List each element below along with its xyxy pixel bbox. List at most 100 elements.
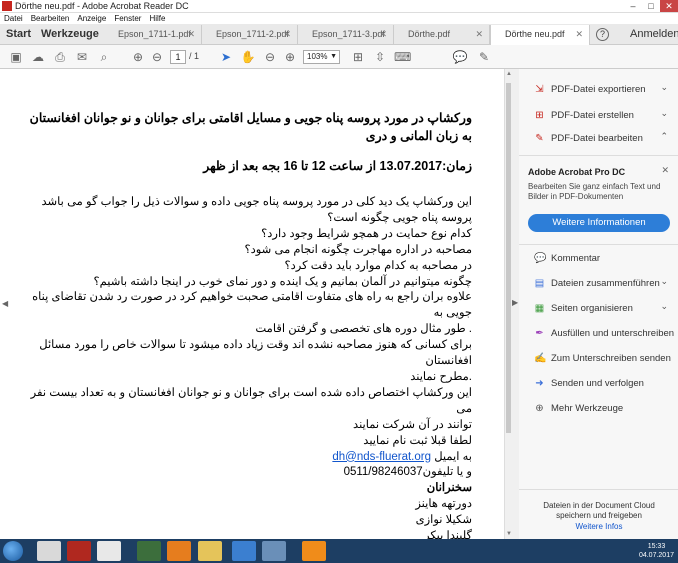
document-heading: ورکشاپ در مورد پروسه پناه جویی و مسایل ا… bbox=[29, 111, 472, 143]
send-track-icon: ➜ bbox=[535, 377, 544, 389]
clock-time: 15:33 bbox=[647, 543, 666, 550]
comment-tool-icon[interactable]: 💬 bbox=[452, 49, 468, 65]
body-line: چگونه میتوانیم در آلمان بمانیم و یک ایند… bbox=[93, 275, 472, 288]
tool-combine-files[interactable]: ▤ Dateien zusammenführen ⌄ bbox=[519, 272, 678, 294]
create-pdf-item[interactable]: ⊞ PDF-Datei erstellen ⌄ bbox=[519, 104, 678, 126]
export-pdf-icon: ⇲ bbox=[535, 83, 544, 95]
page-number-input[interactable]: 1 bbox=[170, 50, 186, 64]
document-viewer[interactable]: ◀ ورکشاپ در مورد پروسه پناه جویی و مسایل… bbox=[0, 69, 512, 542]
document-cloud-text: Dateien in der Document Cloud speichern … bbox=[543, 501, 655, 520]
save-icon[interactable]: ▣ bbox=[8, 49, 24, 65]
email-icon[interactable]: ✉ bbox=[74, 49, 90, 65]
media-taskbar-icon[interactable] bbox=[137, 541, 161, 561]
create-pdf-label: PDF-Datei erstellen bbox=[551, 109, 634, 121]
ie-taskbar-icon[interactable] bbox=[37, 541, 61, 561]
body-line: پروسه پناه جویی چگونه است؟ bbox=[327, 211, 472, 224]
explorer-taskbar-icon[interactable] bbox=[198, 541, 222, 561]
zoom-in-icon[interactable]: ⊕ bbox=[282, 49, 298, 65]
tab-bar: Start Werkzeuge Epson_1711-1.pdf ✕ Epson_… bbox=[0, 24, 678, 45]
zoom-select[interactable]: 103% ▼ bbox=[303, 50, 340, 64]
tool-send-for-signature[interactable]: ✍ Zum Unterschreiben senden bbox=[519, 347, 678, 369]
close-window-button[interactable]: ✕ bbox=[660, 0, 678, 12]
window-controls: – □ ✕ bbox=[624, 0, 678, 12]
menu-help[interactable]: Hilfe bbox=[149, 13, 165, 24]
divider bbox=[519, 155, 678, 156]
search-icon[interactable]: ⌕ bbox=[96, 49, 112, 65]
doc-tab-label: Epson_1711-3.pdf bbox=[312, 29, 385, 39]
sign-in-button[interactable]: Anmelden bbox=[630, 24, 678, 45]
menu-window[interactable]: Fenster bbox=[114, 13, 141, 24]
doc-tab-doerthe-neu[interactable]: Dörthe neu.pdf ✕ bbox=[490, 25, 590, 45]
app-taskbar-icon[interactable] bbox=[302, 541, 326, 561]
scroll-up-icon[interactable]: ▲ bbox=[505, 71, 513, 77]
doc-tab-epson-1[interactable]: Epson_1711-1.pdf ✕ bbox=[104, 25, 202, 45]
export-pdf-item[interactable]: ⇲ PDF-Datei exportieren ⌄ bbox=[519, 78, 678, 100]
menu-view[interactable]: Anzeige bbox=[77, 13, 106, 24]
hand-tool-icon[interactable]: ✋ bbox=[240, 49, 256, 65]
scroll-thumb[interactable] bbox=[506, 83, 511, 433]
more-info-button[interactable]: Weitere Informationen bbox=[528, 214, 670, 232]
close-tab-icon[interactable]: ✕ bbox=[187, 25, 195, 44]
vertical-scrollbar[interactable]: ▲ ▼ bbox=[504, 69, 512, 539]
body-line: این ورکشاپ یک دید کلی در مورد پروسه پناه… bbox=[41, 196, 473, 208]
fit-page-icon[interactable]: ⊞ bbox=[350, 49, 366, 65]
email-link[interactable]: dh@nds-fluerat.org bbox=[332, 451, 431, 463]
body-line: برای کسانی که هنوز مصاحبه نشده اند وقت ز… bbox=[39, 339, 472, 368]
tool-organize-pages[interactable]: ▦ Seiten organisieren ⌄ bbox=[519, 297, 678, 319]
help-icon[interactable]: ? bbox=[596, 28, 609, 41]
speaker-name: شکیلا نوازی bbox=[415, 514, 472, 527]
close-tab-icon[interactable]: ✕ bbox=[575, 25, 583, 44]
tool-more-tools[interactable]: ⊕ Mehr Werkzeuge bbox=[519, 397, 678, 419]
close-tab-icon[interactable]: ✕ bbox=[379, 25, 387, 44]
body-line: مصاحبه در اداره مهاجرت چگونه انجام می شو… bbox=[244, 243, 472, 256]
title-bar: Dörthe neu.pdf - Adobe Acrobat Reader DC… bbox=[0, 0, 678, 13]
body-line: این ورکشاپ اختصاص داده شده است برای جوان… bbox=[30, 386, 472, 415]
select-cursor-icon[interactable]: ➤ bbox=[218, 49, 234, 65]
body-line: کدام نوع حمایت در همچو شرایط وجود دارد؟ bbox=[261, 227, 472, 240]
expand-left-panel-icon[interactable]: ◀ bbox=[2, 299, 8, 308]
chevron-down-icon: ⌄ bbox=[660, 108, 668, 118]
keyboard-icon[interactable]: ⌨ bbox=[394, 49, 411, 65]
firefox-taskbar-icon[interactable] bbox=[167, 541, 191, 561]
doc-tab-epson-3[interactable]: Epson_1711-3.pdf ✕ bbox=[298, 25, 394, 45]
body-line: توانند در آن شرکت نمایند bbox=[353, 418, 472, 431]
organize-pages-icon: ▦ bbox=[534, 302, 545, 314]
send-for-signature-icon: ✍ bbox=[534, 352, 547, 364]
tool-comment[interactable]: 💬 Kommentar bbox=[519, 247, 678, 269]
tab-tools[interactable]: Werkzeuge bbox=[41, 24, 99, 45]
cloud-upload-icon[interactable]: ☁ bbox=[30, 49, 46, 65]
body-line: .مطرح نمایند bbox=[410, 370, 472, 383]
minimize-button[interactable]: – bbox=[624, 0, 642, 12]
acrobat-taskbar-icon[interactable] bbox=[67, 541, 91, 561]
tool-label: Dateien zusammenführen bbox=[551, 277, 660, 289]
doc-tab-doerthe[interactable]: Dörthe.pdf ✕ bbox=[394, 25, 490, 45]
more-info-link[interactable]: Weitere Infos bbox=[529, 522, 669, 531]
close-icon[interactable]: ✕ bbox=[661, 165, 669, 176]
collapse-right-panel-icon[interactable]: ▶ bbox=[512, 298, 518, 307]
tool-fill-sign[interactable]: ✒ Ausfüllen und unterschreiben bbox=[519, 322, 678, 344]
maximize-button[interactable]: □ bbox=[642, 0, 660, 12]
app-taskbar-icon[interactable] bbox=[262, 541, 286, 561]
document-taskbar-icon[interactable] bbox=[97, 541, 121, 561]
scroll-down-icon[interactable]: ▼ bbox=[505, 531, 513, 537]
next-page-icon[interactable]: ⊖ bbox=[149, 49, 165, 65]
menu-file[interactable]: Datei bbox=[4, 13, 23, 24]
doc-tab-epson-2[interactable]: Epson_1711-2.pdf ✕ bbox=[202, 25, 298, 45]
zoom-out-icon[interactable]: ⊖ bbox=[262, 49, 278, 65]
phone-line: و یا تلیفون0511/98246037 bbox=[343, 466, 472, 479]
scroll-mode-icon[interactable]: ⇳ bbox=[372, 49, 388, 65]
tab-start[interactable]: Start bbox=[6, 24, 31, 45]
system-clock[interactable]: 15:33 04.07.2017 bbox=[639, 542, 674, 560]
chevron-down-icon: ⌄ bbox=[660, 276, 668, 286]
email-prefix: به ایمیل bbox=[434, 450, 472, 463]
close-tab-icon[interactable]: ✕ bbox=[283, 25, 291, 44]
windows-start-icon[interactable] bbox=[3, 541, 23, 561]
app-taskbar-icon[interactable] bbox=[232, 541, 256, 561]
menu-edit[interactable]: Bearbeiten bbox=[31, 13, 70, 24]
previous-page-icon[interactable]: ⊕ bbox=[130, 49, 146, 65]
edit-pdf-item[interactable]: ✎ PDF-Datei bearbeiten ⌃ bbox=[519, 127, 678, 149]
highlight-pen-icon[interactable]: ✎ bbox=[476, 49, 492, 65]
close-tab-icon[interactable]: ✕ bbox=[475, 25, 483, 44]
tool-send-track[interactable]: ➜ Senden und verfolgen bbox=[519, 372, 678, 394]
print-icon[interactable]: ⎙ bbox=[52, 49, 68, 65]
